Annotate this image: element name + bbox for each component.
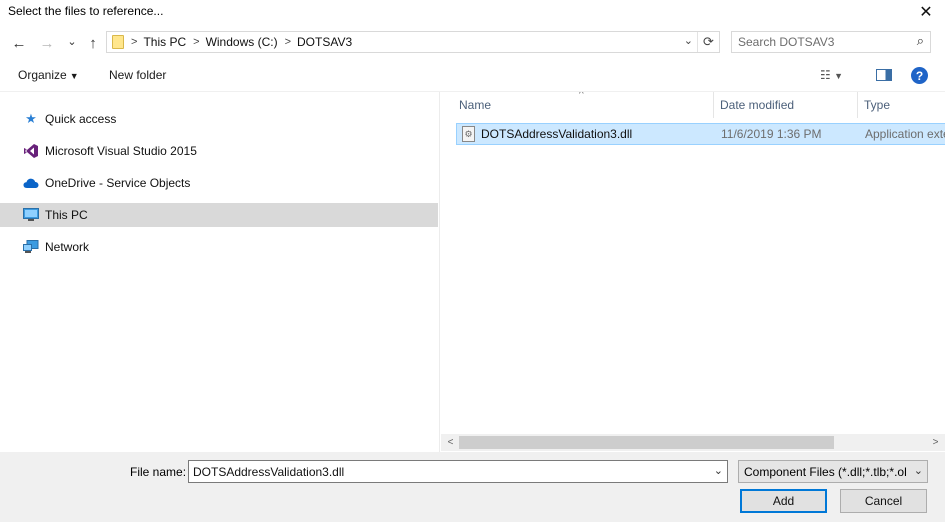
search-box[interactable]: ⌕: [731, 31, 931, 53]
title-bar: Select the files to reference... ✕: [0, 0, 945, 24]
file-row[interactable]: ⚙ DOTSAddressValidation3.dll 11/6/2019 1…: [456, 123, 945, 145]
network-icon: [23, 239, 39, 255]
file-type-filter-select[interactable]: Component Files (*.dll;*.tlb;*.ol ⌄: [738, 460, 928, 483]
horizontal-scrollbar[interactable]: < >: [441, 434, 945, 451]
scrollbar-thumb[interactable]: [459, 436, 834, 449]
breadcrumb-separator-icon: >: [131, 36, 138, 48]
change-view-icon[interactable]: ☷ ▼: [820, 68, 843, 82]
breadcrumb-windows-c[interactable]: Windows (C:): [206, 35, 278, 49]
breadcrumb-separator-icon: >: [284, 36, 292, 48]
sidebar-item-label: OneDrive - Service Objects: [45, 176, 191, 190]
chevron-down-icon[interactable]: ⌄: [714, 464, 723, 477]
file-name-input[interactable]: [193, 464, 693, 480]
column-header-date-modified[interactable]: Date modified: [720, 92, 794, 118]
navigation-pane: ★ Quick access Microsoft Visual Studio 2…: [0, 92, 440, 452]
forward-arrow-icon[interactable]: →: [38, 34, 56, 52]
chevron-down-icon[interactable]: ⌄: [914, 464, 923, 477]
breadcrumb-separator-icon: >: [193, 36, 200, 48]
caret-down-icon: ▼: [69, 71, 79, 81]
dialog-footer: File name: ⌄ Component Files (*.dll;*.tl…: [0, 452, 945, 522]
new-folder-button[interactable]: New folder: [109, 68, 166, 82]
address-dropdown-chevron-icon[interactable]: ⌄: [684, 34, 693, 47]
scroll-left-icon[interactable]: <: [442, 435, 459, 450]
back-arrow-icon[interactable]: ←: [10, 34, 28, 52]
sidebar-item-onedrive[interactable]: OneDrive - Service Objects: [0, 171, 438, 195]
address-bar[interactable]: > This PC > Windows (C:) > DOTSAV3 ⌄ ⟳: [106, 31, 720, 53]
column-divider[interactable]: [713, 92, 714, 118]
monitor-icon: [23, 207, 39, 223]
file-type-filter-value: Component Files (*.dll;*.tlb;*.ol: [744, 465, 907, 479]
breadcrumb-dotsav3[interactable]: DOTSAV3: [297, 35, 352, 49]
search-input[interactable]: [738, 34, 898, 50]
visual-studio-icon: [23, 143, 39, 159]
sidebar-item-this-pc[interactable]: This PC: [0, 203, 438, 227]
column-header-type[interactable]: Type: [864, 92, 890, 118]
organize-button[interactable]: Organize ▼: [18, 68, 79, 82]
sort-ascending-icon: ^: [579, 92, 584, 100]
sidebar-item-network[interactable]: Network: [0, 235, 438, 259]
address-bar-row: ← → ⌄ ↑ > This PC > Windows (C:) > DOTSA…: [0, 28, 945, 58]
close-icon[interactable]: ✕: [911, 0, 941, 24]
file-date-cell: 11/6/2019 1:36 PM: [721, 127, 822, 141]
dll-file-icon: ⚙: [462, 126, 475, 142]
cancel-button[interactable]: Cancel: [840, 489, 927, 513]
up-arrow-icon[interactable]: ↑: [84, 34, 102, 52]
folder-icon: [112, 35, 124, 49]
sidebar-item-quick-access[interactable]: ★ Quick access: [0, 107, 438, 131]
file-name-label: File name:: [130, 465, 187, 479]
preview-pane-icon[interactable]: [876, 69, 892, 81]
file-name-combobox[interactable]: ⌄: [188, 460, 728, 483]
sidebar-item-label: This PC: [45, 208, 88, 222]
file-type-cell: Application extension: [865, 127, 945, 141]
cloud-icon: [23, 175, 39, 191]
sidebar-item-visual-studio[interactable]: Microsoft Visual Studio 2015: [0, 139, 438, 163]
refresh-icon[interactable]: ⟳: [697, 32, 719, 52]
column-divider[interactable]: [857, 92, 858, 118]
add-button[interactable]: Add: [740, 489, 827, 513]
window-title: Select the files to reference...: [8, 4, 164, 18]
sidebar-item-label: Quick access: [45, 112, 117, 126]
breadcrumb-this-pc[interactable]: This PC: [143, 35, 186, 49]
help-icon[interactable]: ?: [911, 67, 928, 84]
file-name-cell: DOTSAddressValidation3.dll: [481, 127, 633, 141]
command-toolbar: Organize ▼ New folder ☷ ▼ ?: [0, 60, 945, 92]
recent-locations-chevron-icon[interactable]: ⌄: [63, 32, 81, 50]
sidebar-item-label: Microsoft Visual Studio 2015: [45, 144, 197, 158]
star-icon: ★: [25, 111, 37, 126]
scroll-right-icon[interactable]: >: [927, 435, 944, 450]
sidebar-item-label: Network: [45, 240, 90, 254]
file-list-pane: ^ Name Date modified Type ⚙ DOTSAddressV…: [441, 92, 945, 452]
search-icon[interactable]: ⌕: [917, 33, 924, 49]
column-header-name[interactable]: Name: [459, 92, 491, 118]
organize-label: Organize: [18, 68, 67, 82]
